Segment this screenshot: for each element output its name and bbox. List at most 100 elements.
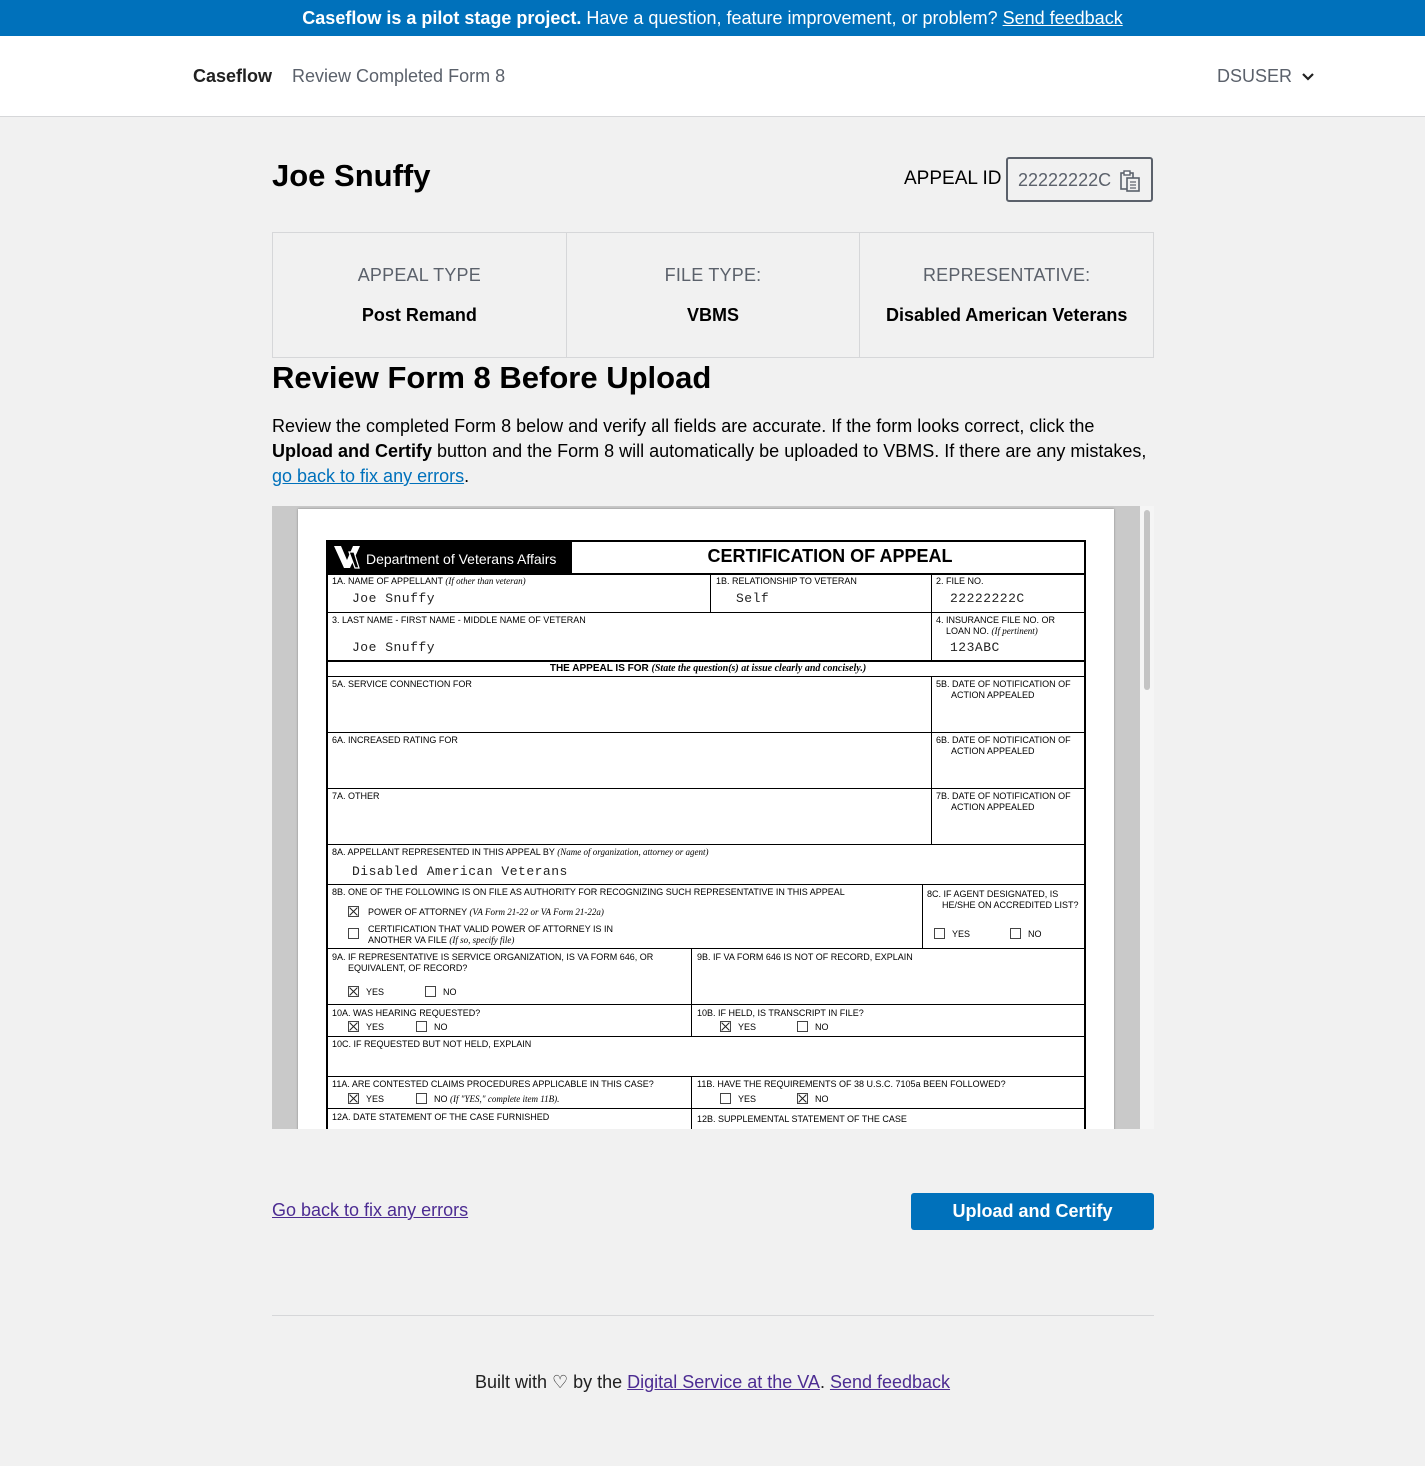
banner-bold-text: Caseflow is a pilot stage project. xyxy=(302,8,582,28)
footer: Built with ♡ by the Digital Service at t… xyxy=(0,1372,1425,1393)
veteran-name: Joe Snuffy xyxy=(272,158,431,193)
footer-by: by the xyxy=(568,1372,628,1392)
brand-link[interactable]: Caseflow xyxy=(193,66,272,87)
representative-label: REPRESENTATIVE: xyxy=(922,265,1091,285)
footer-divider xyxy=(272,1315,1154,1316)
f6a-label: 6A. INCREASED RATING FOR xyxy=(332,735,458,745)
f4-label-1: 4. INSURANCE FILE NO. OR xyxy=(936,615,1056,625)
f1b-label: 1B. RELATIONSHIP TO VETERAN xyxy=(716,576,857,586)
f7b-label-1: 7B. DATE OF NOTIFICATION OF xyxy=(936,791,1071,801)
breadcrumb: Review Completed Form 8 xyxy=(292,66,506,86)
f11a-yes-label: YES xyxy=(366,1094,385,1104)
f11b-yes-label: YES xyxy=(738,1094,757,1104)
f11b-no-label: NO xyxy=(815,1094,829,1104)
f12a-label: 12A. DATE STATEMENT OF THE CASE FURNISHE… xyxy=(332,1112,550,1122)
file-no-value: 22222222C xyxy=(950,591,1025,606)
footer-dot: . xyxy=(819,1372,830,1392)
appeal-for-heading: THE APPEAL IS FOR (State the question(s)… xyxy=(549,663,867,674)
representative-cell: REPRESENTATIVE: Disabled American Vetera… xyxy=(860,233,1153,357)
file-type-value: VBMS xyxy=(687,305,740,325)
f10b-no-label: NO xyxy=(815,1022,829,1032)
certification-poa-label-2: ANOTHER VA FILE (If so, specify file) xyxy=(368,935,515,945)
f9a-yes-label: YES xyxy=(366,987,385,997)
f7b-label-2: ACTION APPEALED xyxy=(951,802,1035,812)
certification-poa-checkbox xyxy=(348,928,359,939)
f5b-label-2: ACTION APPEALED xyxy=(951,690,1035,700)
f10a-label: 10A. WAS HEARING REQUESTED? xyxy=(332,1008,481,1018)
review-title: Review Form 8 Before Upload xyxy=(272,360,712,395)
intro-bold: Upload and Certify xyxy=(272,441,433,461)
form-8: Department of Veterans Affairs CERTIFICA… xyxy=(326,540,1086,1129)
va-header: Department of Veterans Affairs xyxy=(328,542,572,573)
f11a-no-checkbox xyxy=(416,1093,427,1104)
f10b-yes-checkbox xyxy=(720,1021,731,1032)
appellant-name-value: Joe Snuffy xyxy=(352,591,436,606)
f9a-no-label: NO xyxy=(443,987,457,997)
pdf-scrollbar-thumb[interactable] xyxy=(1144,510,1150,690)
user-menu[interactable]: DSUSER xyxy=(1217,66,1292,87)
f8b-label: 8B. ONE OF THE FOLLOWING IS ON FILE AS A… xyxy=(332,887,845,897)
appeal-type-value: Post Remand xyxy=(361,305,477,325)
f5a-label: 5A. SERVICE CONNECTION FOR xyxy=(332,679,472,689)
chevron-down-icon[interactable] xyxy=(1301,72,1315,82)
copy-icon xyxy=(1120,170,1140,192)
f8c-label-2: HE/SHE ON ACCREDITED LIST? xyxy=(942,900,1079,910)
fix-errors-link[interactable]: go back to fix any errors xyxy=(272,466,464,486)
pdf-page: Department of Veterans Affairs CERTIFICA… xyxy=(298,509,1114,1129)
f2-label: 2. FILE NO. xyxy=(936,576,984,586)
f3-label: 3. LAST NAME - FIRST NAME - MIDDLE NAME … xyxy=(332,615,586,625)
f12b-label: 12B. SUPPLEMENTAL STATEMENT OF THE CASE xyxy=(697,1114,907,1124)
f10a-no-checkbox xyxy=(416,1021,427,1032)
f8c-label-1: 8C. IF AGENT DESIGNATED, IS xyxy=(927,889,1059,899)
f8a-label: 8A. APPELLANT REPRESENTED IN THIS APPEAL… xyxy=(332,847,709,857)
f11a-label: 11A. ARE CONTESTED CLAIMS PROCEDURES APP… xyxy=(332,1079,654,1089)
insurance-no-value: 123ABC xyxy=(950,640,1000,655)
f6b-label-2: ACTION APPEALED xyxy=(951,746,1035,756)
heart-icon: ♡ xyxy=(551,1372,569,1392)
f8c-no-checkbox xyxy=(1010,928,1021,939)
f10a-no-label: NO xyxy=(434,1022,448,1032)
banner-feedback-link[interactable]: Send feedback xyxy=(1003,8,1123,28)
f9a-no-checkbox xyxy=(425,986,436,997)
go-back-link[interactable]: Go back to fix any errors xyxy=(272,1200,468,1221)
appeal-type-label: APPEAL TYPE xyxy=(357,265,481,285)
f10a-yes-checkbox xyxy=(348,1021,359,1032)
file-type-cell: FILE TYPE: VBMS xyxy=(567,233,861,357)
appeal-info-box: APPEAL TYPE Post Remand FILE TYPE: VBMS … xyxy=(272,232,1154,358)
f11b-no-checkbox xyxy=(797,1093,808,1104)
pdf-viewer[interactable]: Department of Veterans Affairs CERTIFICA… xyxy=(272,506,1154,1129)
representative-value: Disabled American Veterans xyxy=(352,864,568,879)
veteran-name-value: Joe Snuffy xyxy=(352,640,436,655)
f10b-label: 10B. IF HELD, IS TRANSCRIPT IN FILE? xyxy=(697,1008,864,1018)
intro-text-1: Review the completed Form 8 below and ve… xyxy=(272,416,1095,436)
f8c-yes-checkbox xyxy=(934,928,945,939)
f8c-yes-label: YES xyxy=(952,929,971,939)
f10b-yes-label: YES xyxy=(738,1022,757,1032)
f1a-label: 1A. NAME OF APPELLANT (If other than vet… xyxy=(332,576,526,586)
file-type-label: FILE TYPE: xyxy=(664,265,762,285)
f9a-yes-checkbox xyxy=(348,986,359,997)
dsva-link[interactable]: Digital Service at the VA xyxy=(627,1372,820,1392)
relationship-value: Self xyxy=(736,591,770,606)
appeal-type-cell: APPEAL TYPE Post Remand xyxy=(273,233,567,357)
appeal-id-value: 22222222C xyxy=(1018,170,1112,190)
upload-and-certify-button[interactable]: Upload and Certify xyxy=(911,1193,1154,1230)
representative-value: Disabled American Veterans xyxy=(885,305,1128,325)
review-instructions: Review the completed Form 8 below and ve… xyxy=(272,414,1154,489)
department-name: Department of Veterans Affairs xyxy=(366,551,557,567)
f10a-yes-label: YES xyxy=(366,1022,385,1032)
appeal-id-copy-button[interactable]: 22222222C xyxy=(1006,157,1153,202)
f8c-no-label: NO xyxy=(1028,929,1042,939)
f4-label-2: LOAN NO. (If pertinent) xyxy=(946,626,1038,636)
f10c-label: 10C. IF REQUESTED BUT NOT HELD, EXPLAIN xyxy=(332,1039,532,1049)
pilot-banner: Caseflow is a pilot stage project. Have … xyxy=(0,0,1425,36)
form-title: CERTIFICATION OF APPEAL xyxy=(707,546,953,566)
power-of-attorney-label: POWER OF ATTORNEY (VA Form 21-22 or VA F… xyxy=(368,907,604,917)
f7a-label: 7A. OTHER xyxy=(332,791,380,801)
appeal-id-label: APPEAL ID xyxy=(904,168,1002,189)
f10b-no-checkbox xyxy=(797,1021,808,1032)
footer-feedback-link[interactable]: Send feedback xyxy=(830,1372,950,1392)
f9a-label-2: EQUIVALENT, OF RECORD? xyxy=(348,963,468,973)
power-of-attorney-checkbox xyxy=(348,906,359,917)
f5b-label-1: 5B. DATE OF NOTIFICATION OF xyxy=(936,679,1071,689)
